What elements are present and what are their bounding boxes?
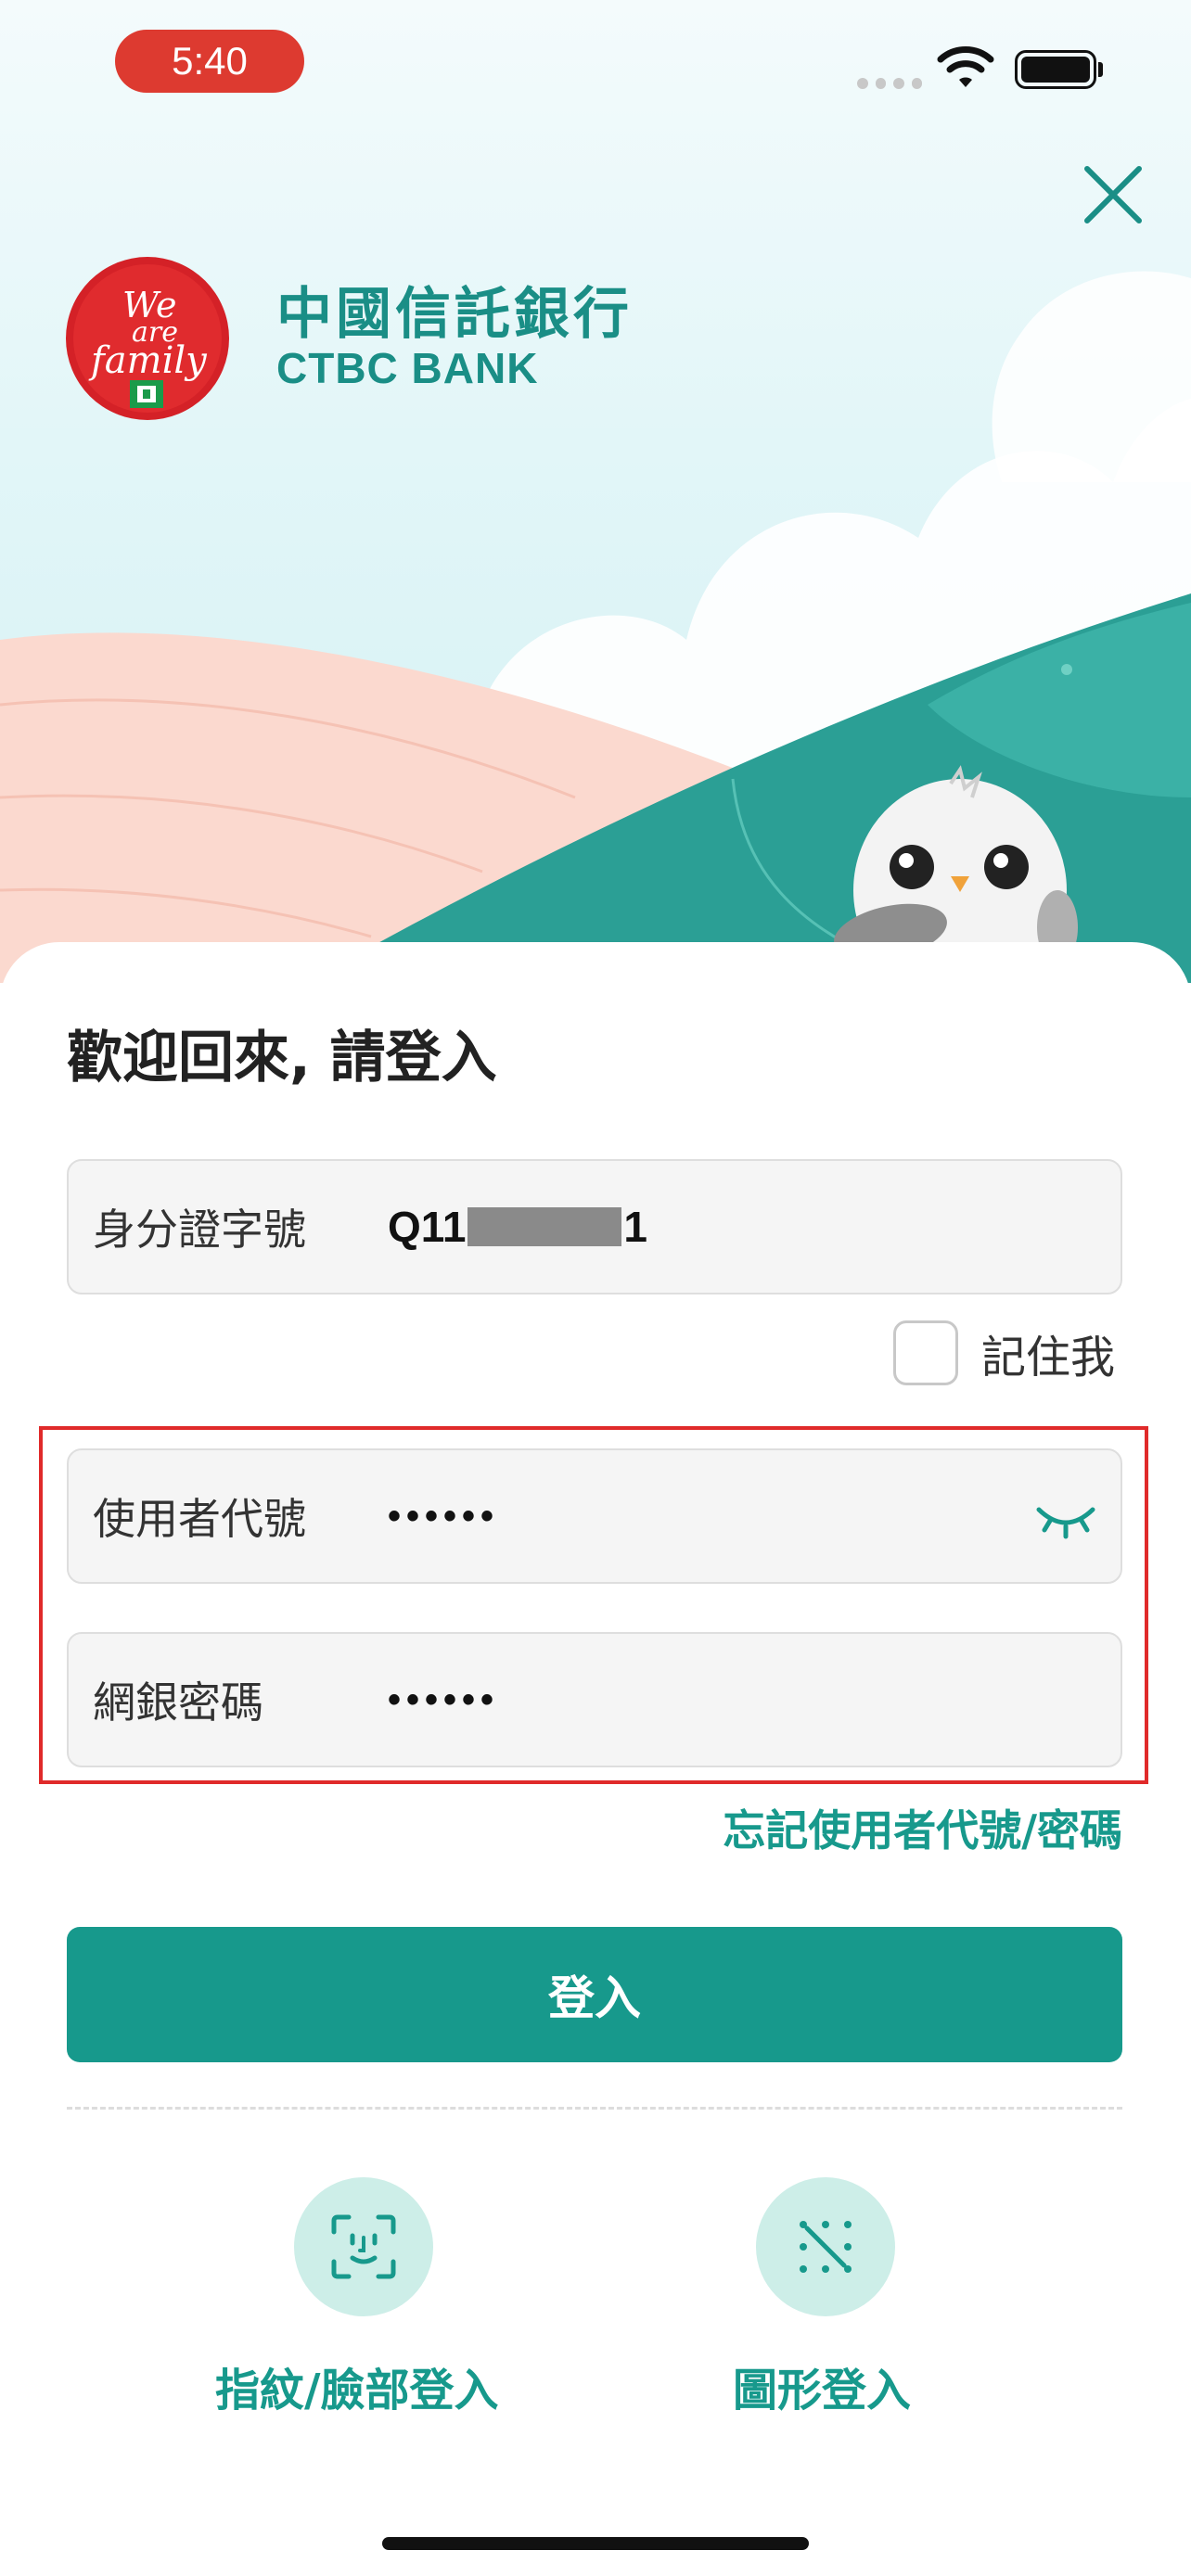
battery-icon — [1015, 50, 1096, 89]
signal-icon — [857, 78, 922, 89]
id-number-label: 身分證字號 — [93, 1205, 306, 1255]
pattern-login-label[interactable]: 圖形登入 — [733, 2353, 911, 2418]
password-field[interactable]: 網銀密碼 •••••• — [67, 1632, 1122, 1767]
forgot-credentials-link[interactable]: 忘記使用者代號/密碼 — [723, 1797, 1122, 1858]
id-redaction — [467, 1207, 622, 1246]
pattern-lock-icon — [800, 2221, 852, 2273]
id-number-value: Q11 1 — [388, 1161, 647, 1293]
home-indicator — [382, 2537, 809, 2550]
hero-illustration — [0, 0, 1191, 983]
remember-me-checkbox[interactable] — [893, 1320, 958, 1385]
remember-me-label[interactable]: 記住我 — [981, 1320, 1115, 1385]
id-number-field[interactable]: 身分證字號 Q11 1 — [67, 1159, 1122, 1294]
password-value: •••••• — [388, 1678, 500, 1720]
user-id-field[interactable]: 使用者代號 •••••• — [67, 1448, 1122, 1584]
user-id-value: •••••• — [388, 1495, 500, 1537]
biometric-login-button[interactable] — [294, 2177, 433, 2316]
ctbc-logo: We are family — [66, 257, 229, 420]
divider — [67, 2107, 1122, 2110]
brand-name-cn: 中國信託銀行 — [276, 282, 633, 347]
biometric-login-label[interactable]: 指紋/臉部登入 — [215, 2353, 499, 2418]
page-title: 歡迎回來, 請登入 — [67, 1026, 497, 1090]
login-button[interactable]: 登入 — [67, 1927, 1122, 2062]
user-id-label: 使用者代號 — [93, 1494, 306, 1544]
id-prefix: Q11 — [388, 1203, 467, 1251]
status-time: 5:40 — [115, 30, 304, 93]
password-label: 網銀密碼 — [93, 1677, 263, 1728]
wifi-icon — [937, 46, 994, 87]
battery-tip — [1098, 62, 1103, 77]
pattern-login-button[interactable] — [756, 2177, 895, 2316]
eye-closed-icon[interactable] — [1033, 1491, 1098, 1543]
svg-text:family: family — [88, 339, 208, 382]
close-icon[interactable] — [1076, 158, 1150, 232]
face-id-icon — [331, 2214, 396, 2279]
id-suffix: 1 — [623, 1203, 648, 1251]
brand-name-en: CTBC BANK — [276, 344, 539, 392]
